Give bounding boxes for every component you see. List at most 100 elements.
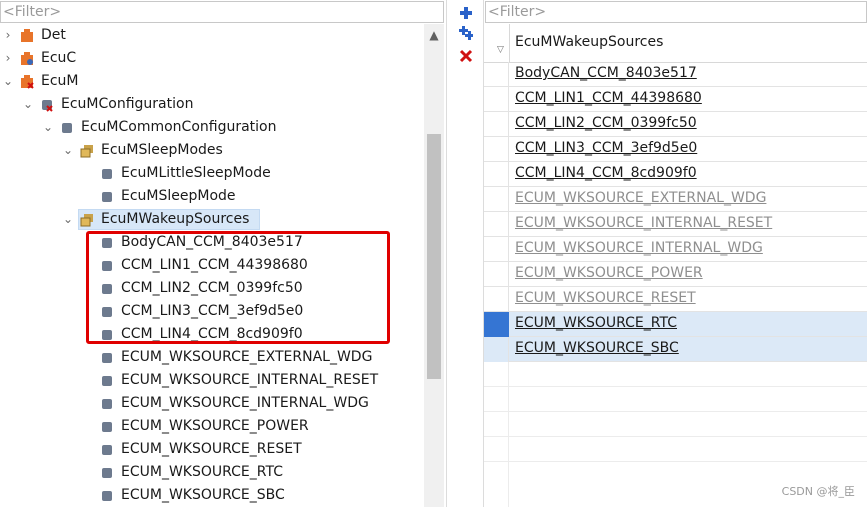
chevron-down-icon[interactable]: ⌄	[2, 70, 14, 93]
empty-table-row	[484, 362, 867, 387]
row-header[interactable]	[484, 137, 509, 162]
red-highlight-box	[86, 231, 390, 344]
add-multiple-icon[interactable]	[459, 26, 473, 40]
tree-item-label: ECUM_WKSOURCE_SBC	[121, 487, 285, 503]
param-icon	[102, 192, 112, 202]
tree-item-label: EcuMCommonConfiguration	[81, 119, 277, 135]
param-icon	[102, 399, 112, 409]
row-header	[484, 362, 509, 387]
scrollbar-thumb[interactable]	[427, 134, 441, 379]
row-header[interactable]	[484, 212, 509, 237]
table-cell-link[interactable]: ECUM_WKSOURCE_RESET	[515, 290, 696, 306]
table-row[interactable]: ECUM_WKSOURCE_EXTERNAL_WDG	[484, 187, 867, 212]
empty-table-row	[484, 412, 867, 437]
param-icon	[102, 445, 112, 455]
table-filter-box[interactable]	[485, 1, 867, 23]
container-icon	[42, 100, 53, 112]
row-header[interactable]	[484, 187, 509, 212]
row-header[interactable]	[484, 312, 509, 337]
tree-item-label: ECUM_WKSOURCE_RESET	[121, 441, 302, 457]
param-icon	[102, 169, 112, 179]
delete-icon[interactable]	[459, 49, 473, 63]
row-header	[484, 387, 509, 412]
tree-filter-input[interactable]	[1, 2, 445, 22]
table-cell-link[interactable]: ECUM_WKSOURCE_INTERNAL_RESET	[515, 215, 772, 231]
module-icon	[21, 29, 33, 42]
column-filter-corner[interactable]: ▽	[484, 24, 510, 62]
table-cell-link[interactable]: BodyCAN_CCM_8403e517	[515, 65, 697, 81]
table-row[interactable]: CCM_LIN4_CCM_8cd909f0	[484, 162, 867, 187]
tree-item-label: EcuMSleepModes	[101, 142, 223, 158]
table-cell-link[interactable]: ECUM_WKSOURCE_RTC	[515, 315, 677, 331]
tree-panel: › Det › EcuC ⌄ EcuM ⌄ EcuMConfiguration …	[0, 0, 446, 507]
param-icon	[102, 468, 112, 478]
tree-item-label: ECUM_WKSOURCE_EXTERNAL_WDG	[121, 349, 373, 365]
table-cell-link[interactable]: ECUM_WKSOURCE_SBC	[515, 340, 679, 356]
table-cell-link[interactable]: ECUM_WKSOURCE_EXTERNAL_WDG	[515, 190, 766, 206]
module-icon	[21, 52, 33, 65]
chevron-down-icon[interactable]: ⌄	[22, 93, 34, 116]
scroll-up-arrow-icon[interactable]: ▲	[424, 24, 444, 46]
tree-filter-box[interactable]	[0, 1, 445, 23]
table-row[interactable]: ECUM_WKSOURCE_POWER	[484, 262, 867, 287]
row-header	[484, 412, 509, 437]
tree-item-label: EcuC	[41, 50, 77, 66]
tree-scrollbar[interactable]: ▲	[424, 24, 444, 507]
table-row[interactable]: CCM_LIN1_CCM_44398680	[484, 87, 867, 112]
table-cell-link[interactable]: CCM_LIN3_CCM_3ef9d5e0	[515, 140, 697, 156]
folder-icon	[80, 214, 93, 227]
table-row[interactable]: ECUM_WKSOURCE_INTERNAL_WDG	[484, 237, 867, 262]
table-header: ▽ EcuMWakeupSources	[484, 24, 867, 63]
module-icon	[21, 75, 34, 89]
tree-item-label: ECUM_WKSOURCE_INTERNAL_WDG	[121, 395, 369, 411]
row-header[interactable]	[484, 287, 509, 312]
add-icon[interactable]	[459, 6, 473, 20]
chevron-down-icon[interactable]: ⌄	[62, 208, 74, 231]
tree-item-ecumwakeupsources[interactable]: ⌄ EcuMWakeupSources	[0, 208, 424, 231]
row-header	[484, 462, 509, 507]
table-cell-link[interactable]: CCM_LIN4_CCM_8cd909f0	[515, 165, 697, 181]
table-cell-link[interactable]: CCM_LIN2_CCM_0399fc50	[515, 115, 697, 131]
folder-icon	[80, 145, 93, 158]
row-header[interactable]	[484, 162, 509, 187]
chevron-right-icon[interactable]: ›	[2, 24, 14, 47]
chevron-down-icon[interactable]: ⌄	[62, 139, 74, 162]
table-row-selected[interactable]: ECUM_WKSOURCE_RTC	[484, 312, 867, 337]
row-header[interactable]	[484, 262, 509, 287]
chevron-right-icon[interactable]: ›	[2, 47, 14, 70]
tree-item-label: EcuMSleepMode	[121, 188, 236, 204]
chevron-down-icon[interactable]: ⌄	[42, 116, 54, 139]
param-icon	[102, 353, 112, 363]
table-row-selected[interactable]: ECUM_WKSOURCE_SBC	[484, 337, 867, 362]
tree-item-label: ECUM_WKSOURCE_RTC	[121, 464, 283, 480]
table-cell-link[interactable]: ECUM_WKSOURCE_POWER	[515, 265, 703, 281]
tree-item-label: EcuMWakeupSources	[101, 211, 250, 227]
table-row[interactable]: ECUM_WKSOURCE_INTERNAL_RESET	[484, 212, 867, 237]
table-filter-input[interactable]	[486, 2, 867, 22]
tree-item-label: ECUM_WKSOURCE_POWER	[121, 418, 309, 434]
empty-table-row	[484, 387, 867, 412]
table-row[interactable]: BodyCAN_CCM_8403e517	[484, 62, 867, 87]
row-header[interactable]	[484, 87, 509, 112]
table-row[interactable]: ECUM_WKSOURCE_RESET	[484, 287, 867, 312]
tree-item-label: EcuM	[41, 73, 79, 89]
container-icon	[62, 123, 72, 133]
table-row[interactable]: CCM_LIN3_CCM_3ef9d5e0	[484, 137, 867, 162]
param-icon	[102, 376, 112, 386]
column-header-ecumwakeupsources[interactable]: EcuMWakeupSources	[515, 34, 663, 50]
tree-item-label: Det	[41, 27, 66, 43]
param-icon	[102, 491, 112, 501]
table-row[interactable]: CCM_LIN2_CCM_0399fc50	[484, 112, 867, 137]
toolbar	[446, 0, 484, 507]
row-header[interactable]	[484, 337, 509, 362]
row-header[interactable]	[484, 237, 509, 262]
empty-table-row	[484, 437, 867, 462]
row-header[interactable]	[484, 62, 509, 87]
row-header[interactable]	[484, 112, 509, 137]
table-cell-link[interactable]: ECUM_WKSOURCE_INTERNAL_WDG	[515, 240, 763, 256]
tree-item-label: EcuMLittleSleepMode	[121, 165, 271, 181]
tree-item-label: EcuMConfiguration	[61, 96, 194, 112]
table-cell-link[interactable]: CCM_LIN1_CCM_44398680	[515, 90, 702, 106]
row-header	[484, 437, 509, 462]
filter-funnel-icon[interactable]: ▽	[497, 45, 504, 55]
